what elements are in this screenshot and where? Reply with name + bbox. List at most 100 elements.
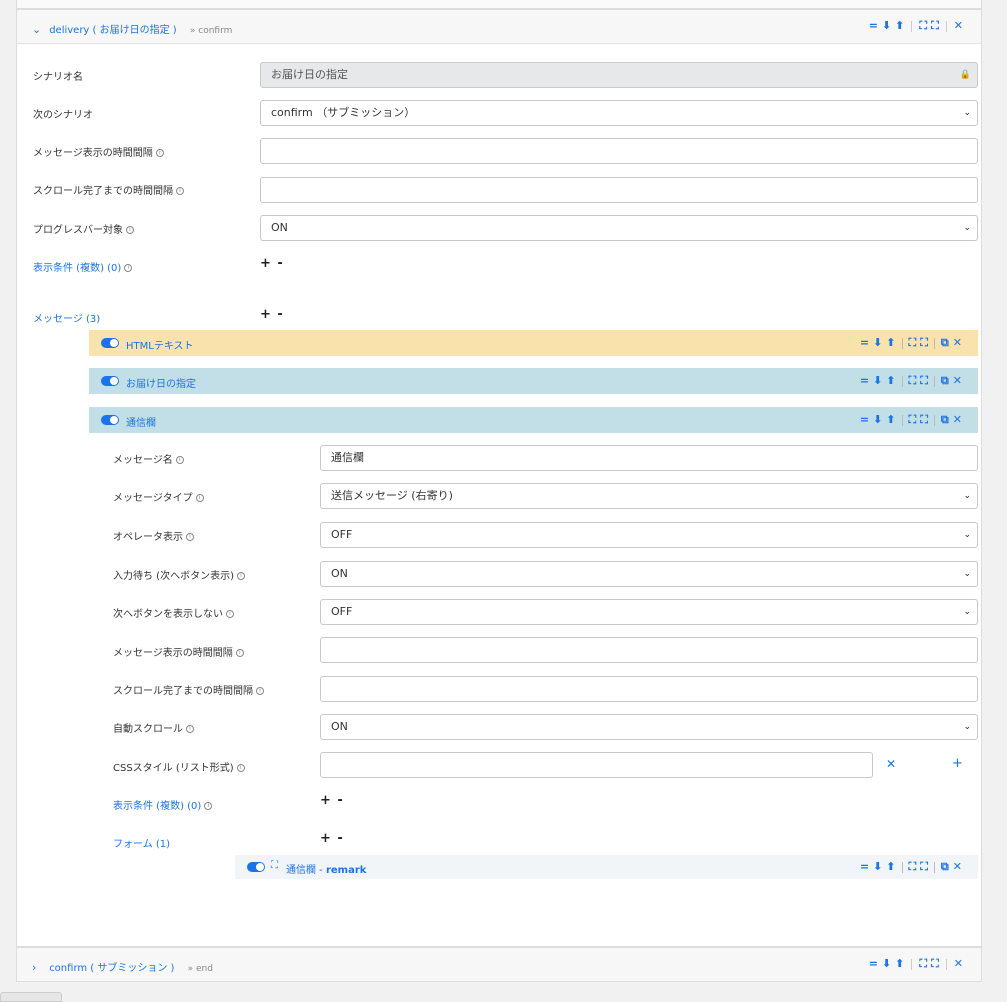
scenario-header[interactable]: ⌄ delivery ( お届け日の指定 ) » confirm = ⬇ ⬆ ⛶… bbox=[17, 10, 981, 44]
collapse-icon[interactable]: ⛶ bbox=[919, 957, 927, 971]
reorder-icon[interactable]: = bbox=[860, 413, 869, 427]
close-icon[interactable]: ✕ bbox=[954, 19, 963, 33]
info-icon: i bbox=[256, 687, 264, 695]
form-add-remove[interactable]: + - bbox=[320, 831, 344, 846]
expand-icon[interactable]: ⛶ bbox=[920, 374, 928, 388]
css-input[interactable] bbox=[320, 752, 873, 778]
info-icon: i bbox=[235, 649, 244, 657]
move-up-icon[interactable]: ⬆ bbox=[895, 19, 904, 33]
conditions-add-remove[interactable]: + - bbox=[260, 256, 284, 271]
expand-icon[interactable]: ⛶ bbox=[931, 19, 939, 33]
move-down-icon[interactable]: ⬇ bbox=[882, 19, 891, 33]
hide-next-select[interactable]: OFF ⌄ bbox=[320, 599, 978, 625]
message-bar-delivery-date[interactable]: お届け日の指定 = ⬇ ⬆ ⛶ ⛶ ⧉ ✕ bbox=[89, 368, 978, 394]
reorder-icon[interactable]: = bbox=[860, 336, 869, 350]
conditions-link[interactable]: 表示条件 (複数) (0) i bbox=[33, 259, 133, 274]
messages-link[interactable]: メッセージ (3) bbox=[33, 310, 100, 325]
reorder-icon[interactable]: = bbox=[860, 374, 869, 388]
move-up-icon[interactable]: ⬆ bbox=[886, 336, 895, 350]
add-icon[interactable]: + bbox=[952, 756, 963, 771]
scenario-panel-delivery: ⌄ delivery ( お届け日の指定 ) » confirm = ⬇ ⬆ ⛶… bbox=[16, 9, 982, 947]
operator-select[interactable]: OFF ⌄ bbox=[320, 522, 978, 548]
message-name-input[interactable]: 通信欄 bbox=[320, 445, 978, 471]
detail-scroll-interval-input[interactable] bbox=[320, 676, 978, 702]
move-up-icon[interactable]: ⬆ bbox=[886, 413, 895, 427]
info-icon: i bbox=[236, 764, 245, 772]
enable-toggle[interactable] bbox=[247, 862, 265, 872]
move-down-icon[interactable]: ⬇ bbox=[873, 336, 882, 350]
close-icon[interactable]: ✕ bbox=[953, 413, 962, 427]
next-scenario-select[interactable]: confirm （サブミッション） ⌄ bbox=[260, 100, 978, 126]
auto-scroll-select[interactable]: ON ⌄ bbox=[320, 714, 978, 740]
collapse-icon[interactable]: ⛶ bbox=[909, 860, 917, 874]
scenario-toolbar: = ⬇ ⬆ ⛶ ⛶ ✕ bbox=[867, 957, 965, 971]
collapse-icon[interactable]: ⛶ bbox=[909, 374, 917, 388]
copy-icon[interactable]: ⧉ bbox=[941, 374, 949, 388]
expand-icon[interactable]: ⛶ bbox=[271, 860, 278, 871]
collapse-icon[interactable]: ⛶ bbox=[919, 19, 927, 33]
bottom-tab[interactable] bbox=[0, 992, 62, 1002]
move-up-icon[interactable]: ⬆ bbox=[895, 957, 904, 971]
css-label: CSSスタイル (リスト形式) i bbox=[113, 759, 245, 774]
move-down-icon[interactable]: ⬇ bbox=[882, 957, 891, 971]
collapse-icon[interactable]: ⛶ bbox=[909, 336, 917, 350]
messages-add-remove[interactable]: + - bbox=[260, 307, 284, 322]
scenario-panel-confirm[interactable]: › confirm ( サブミッション ) » end = ⬇ ⬆ ⛶ ⛶ ✕ bbox=[16, 947, 982, 982]
detail-conditions-add-remove[interactable]: + - bbox=[320, 793, 344, 808]
message-title[interactable]: 通信欄 bbox=[126, 414, 156, 429]
info-icon: i bbox=[155, 149, 164, 157]
detail-msg-interval-label: メッセージ表示の時間間隔 i bbox=[113, 644, 244, 659]
scenario-title[interactable]: delivery ( お届け日の指定 ) bbox=[49, 25, 177, 36]
form-item-title[interactable]: 通信欄 - remark bbox=[286, 861, 366, 876]
scroll-interval-label: スクロール完了までの時間間隔 i bbox=[33, 182, 184, 197]
message-title[interactable]: お届け日の指定 bbox=[126, 375, 196, 390]
detail-conditions-link[interactable]: 表示条件 (複数) (0) i bbox=[113, 797, 213, 812]
expand-icon[interactable]: ⛶ bbox=[920, 860, 928, 874]
progress-select[interactable]: ON ⌄ bbox=[260, 215, 978, 241]
reorder-icon[interactable]: = bbox=[869, 957, 878, 971]
reorder-icon[interactable]: = bbox=[869, 19, 878, 33]
expand-icon[interactable]: ⛶ bbox=[931, 957, 939, 971]
remove-icon[interactable]: ✕ bbox=[886, 757, 896, 771]
message-bar-communication[interactable]: 通信欄 = ⬇ ⬆ ⛶ ⛶ ⧉ ✕ bbox=[89, 407, 978, 433]
info-icon: i bbox=[186, 533, 194, 541]
copy-icon[interactable]: ⧉ bbox=[941, 336, 949, 350]
expand-icon[interactable]: ⛶ bbox=[920, 413, 928, 427]
chevron-down-icon[interactable]: ⌄ bbox=[32, 23, 46, 36]
move-down-icon[interactable]: ⬇ bbox=[873, 374, 882, 388]
message-title[interactable]: HTMLテキスト bbox=[126, 337, 194, 352]
scenario-title[interactable]: confirm ( サブミッション ) bbox=[49, 963, 174, 974]
move-up-icon[interactable]: ⬆ bbox=[886, 374, 895, 388]
msg-interval-input[interactable] bbox=[260, 138, 978, 164]
close-icon[interactable]: ✕ bbox=[954, 957, 963, 971]
enable-toggle[interactable] bbox=[101, 415, 119, 425]
close-icon[interactable]: ✕ bbox=[953, 374, 962, 388]
message-bar-html-text[interactable]: HTMLテキスト = ⬇ ⬆ ⛶ ⛶ ⧉ ✕ bbox=[89, 330, 978, 356]
info-icon: i bbox=[226, 610, 234, 618]
enable-toggle[interactable] bbox=[101, 338, 119, 348]
hide-next-label: 次へボタンを表示しない i bbox=[113, 605, 234, 620]
expand-icon[interactable]: ⛶ bbox=[920, 336, 928, 350]
close-icon[interactable]: ✕ bbox=[953, 860, 962, 874]
scroll-interval-input[interactable] bbox=[260, 177, 978, 203]
copy-icon[interactable]: ⧉ bbox=[941, 413, 949, 427]
reorder-icon[interactable]: = bbox=[860, 860, 869, 874]
wait-select[interactable]: ON ⌄ bbox=[320, 561, 978, 587]
copy-icon[interactable]: ⧉ bbox=[941, 860, 949, 874]
detail-msg-interval-input[interactable] bbox=[320, 637, 978, 663]
close-icon[interactable]: ✕ bbox=[953, 336, 962, 350]
collapse-icon[interactable]: ⛶ bbox=[909, 413, 917, 427]
move-down-icon[interactable]: ⬇ bbox=[873, 860, 882, 874]
form-link[interactable]: フォーム (1) bbox=[113, 835, 170, 850]
message-type-select[interactable]: 送信メッセージ (右寄り) ⌄ bbox=[320, 483, 978, 509]
chevron-down-icon: ⌄ bbox=[963, 491, 971, 501]
chevron-down-icon: ⌄ bbox=[963, 530, 971, 540]
detail-scroll-interval-label: スクロール完了までの時間間隔 i bbox=[113, 682, 264, 697]
form-item-bar[interactable]: ⛶ 通信欄 - remark = ⬇ ⬆ ⛶ ⛶ ⧉ ✕ bbox=[235, 855, 978, 879]
chevron-down-icon: ⌄ bbox=[963, 223, 971, 233]
enable-toggle[interactable] bbox=[101, 376, 119, 386]
previous-scenario-panel bbox=[16, 0, 982, 9]
move-up-icon[interactable]: ⬆ bbox=[886, 860, 895, 874]
move-down-icon[interactable]: ⬇ bbox=[873, 413, 882, 427]
chevron-right-icon[interactable]: › bbox=[32, 961, 46, 974]
